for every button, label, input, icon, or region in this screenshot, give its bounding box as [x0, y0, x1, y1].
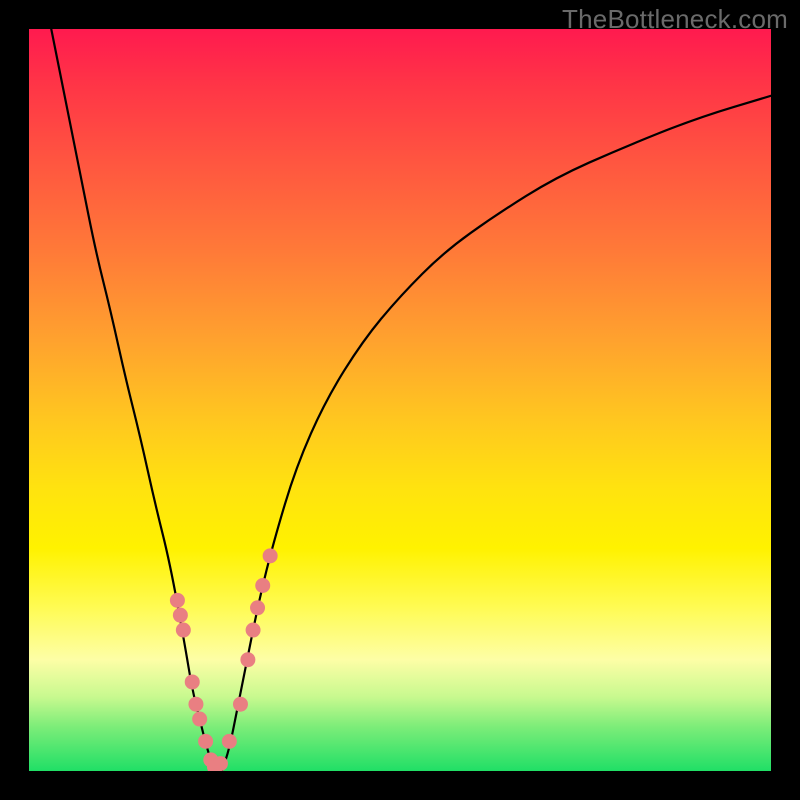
marker-point	[176, 623, 191, 638]
marker-point	[240, 652, 255, 667]
marker-point	[250, 600, 265, 615]
chart-overlay	[29, 29, 771, 771]
marker-point	[222, 734, 237, 749]
marker-point	[173, 608, 188, 623]
chart-frame: TheBottleneck.com	[0, 0, 800, 800]
watermark-text: TheBottleneck.com	[562, 4, 788, 35]
curve-left-branch	[51, 29, 214, 771]
marker-point	[192, 712, 207, 727]
marker-point	[213, 756, 228, 771]
marker-point	[185, 674, 200, 689]
marker-point	[233, 697, 248, 712]
marker-point	[255, 578, 270, 593]
curve-right-branch	[222, 96, 771, 771]
curve-group	[51, 29, 771, 771]
marker-point	[170, 593, 185, 608]
marker-group	[170, 548, 278, 771]
marker-point	[198, 734, 213, 749]
marker-point	[188, 697, 203, 712]
marker-point	[263, 548, 278, 563]
marker-point	[246, 623, 261, 638]
